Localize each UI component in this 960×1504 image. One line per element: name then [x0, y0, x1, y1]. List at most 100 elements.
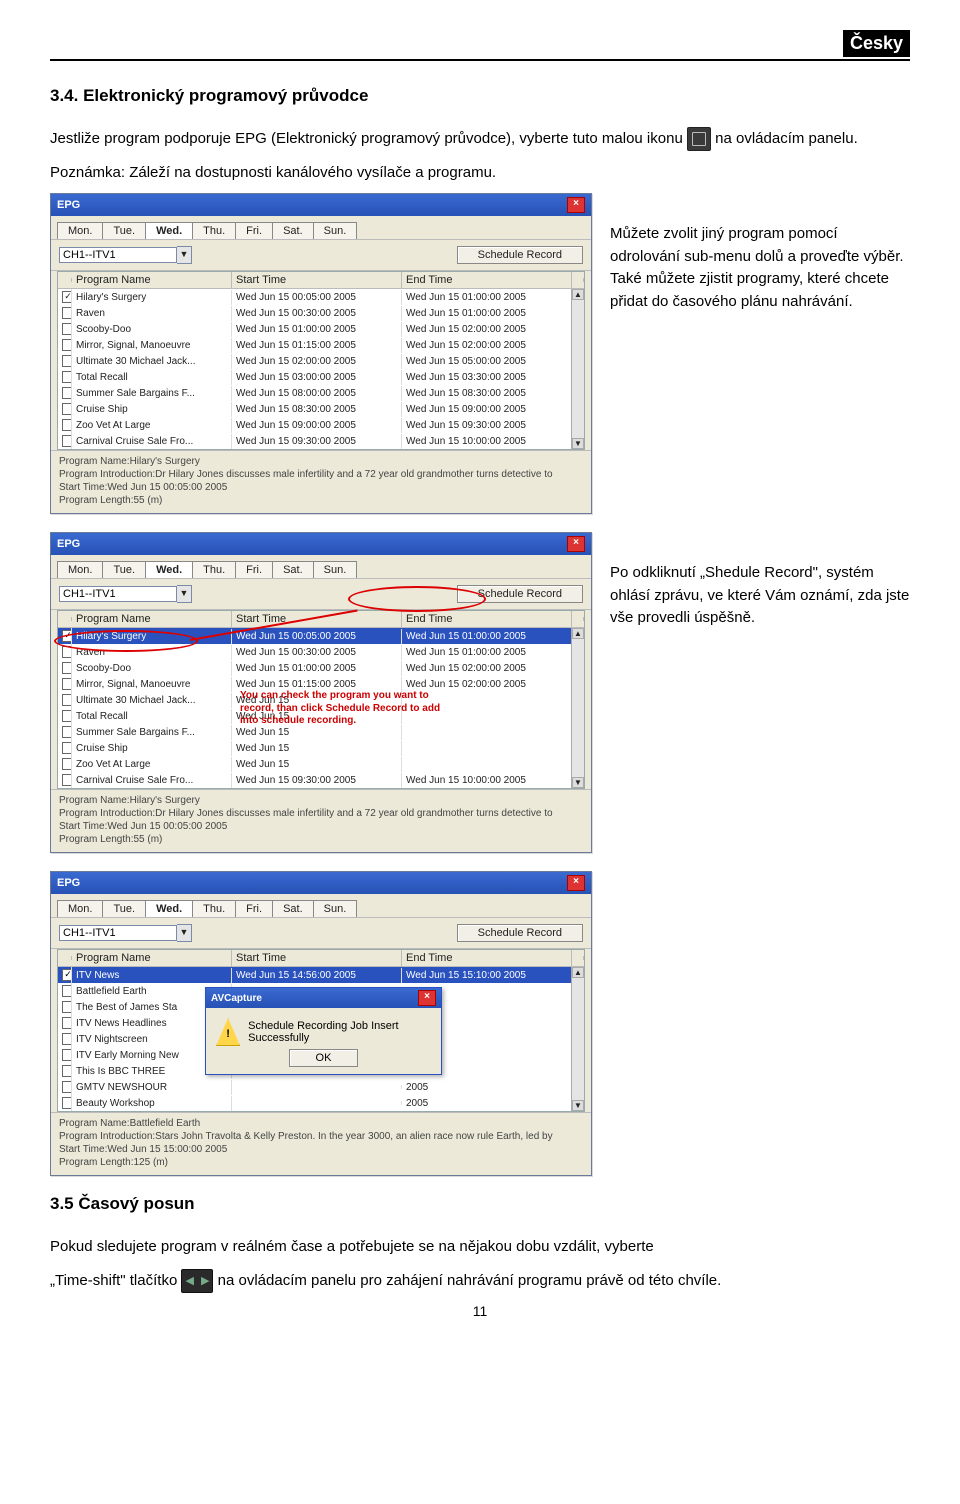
day-tab-Sat[interactable]: Sat.: [272, 222, 314, 239]
checkbox[interactable]: ✓: [62, 969, 72, 981]
col-start[interactable]: Start Time: [232, 272, 402, 288]
epg-icon[interactable]: [687, 127, 711, 151]
day-tab-Mon[interactable]: Mon.: [57, 561, 103, 578]
checkbox[interactable]: [62, 646, 72, 658]
day-tab-Tue[interactable]: Tue.: [102, 900, 146, 917]
col-start[interactable]: Start Time: [232, 611, 402, 627]
channel-input[interactable]: [59, 247, 177, 263]
day-tab-Fri[interactable]: Fri.: [235, 561, 273, 578]
day-tab-Tue[interactable]: Tue.: [102, 561, 146, 578]
day-tab-Wed[interactable]: Wed.: [145, 900, 193, 917]
day-tab-Thu[interactable]: Thu.: [192, 222, 236, 239]
checkbox[interactable]: [62, 1081, 72, 1093]
timeshift-icon[interactable]: [181, 1269, 213, 1293]
close-icon[interactable]: ×: [567, 197, 585, 213]
close-icon[interactable]: ×: [567, 536, 585, 552]
table-row[interactable]: Mirror, Signal, ManoeuvreWed Jun 15 01:1…: [58, 337, 584, 353]
table-row[interactable]: Total RecallWed Jun 15: [58, 708, 584, 724]
checkbox[interactable]: [62, 419, 72, 431]
table-row[interactable]: ✓Hilary's SurgeryWed Jun 15 00:05:00 200…: [58, 289, 584, 305]
col-end[interactable]: End Time: [402, 611, 572, 627]
table-row[interactable]: ✓ITV NewsWed Jun 15 14:56:00 2005Wed Jun…: [58, 967, 584, 983]
col-end[interactable]: End Time: [402, 950, 572, 966]
checkbox[interactable]: [62, 403, 72, 415]
day-tab-Sun[interactable]: Sun.: [313, 222, 358, 239]
scrollbar[interactable]: [571, 289, 584, 449]
channel-combo[interactable]: ▼: [59, 246, 192, 264]
checkbox[interactable]: [62, 435, 72, 447]
checkbox[interactable]: ✓: [62, 291, 72, 303]
col-program[interactable]: Program Name: [72, 950, 232, 966]
table-row[interactable]: Summer Sale Bargains F...Wed Jun 15: [58, 724, 584, 740]
checkbox[interactable]: [62, 726, 72, 738]
checkbox[interactable]: [62, 985, 72, 997]
close-icon[interactable]: ×: [418, 990, 436, 1006]
table-row[interactable]: Zoo Vet At LargeWed Jun 15 09:00:00 2005…: [58, 417, 584, 433]
table-row[interactable]: Scooby-DooWed Jun 15 01:00:00 2005Wed Ju…: [58, 660, 584, 676]
table-row[interactable]: Mirror, Signal, ManoeuvreWed Jun 15 01:1…: [58, 676, 584, 692]
checkbox[interactable]: [62, 307, 72, 319]
schedule-record-button[interactable]: Schedule Record: [457, 924, 583, 942]
checkbox[interactable]: [62, 662, 72, 674]
col-program[interactable]: Program Name: [72, 611, 232, 627]
day-tab-Sun[interactable]: Sun.: [313, 561, 358, 578]
day-tab-Sat[interactable]: Sat.: [272, 900, 314, 917]
chevron-down-icon[interactable]: ▼: [177, 585, 192, 603]
table-row[interactable]: RavenWed Jun 15 00:30:00 2005Wed Jun 15 …: [58, 305, 584, 321]
checkbox[interactable]: [62, 710, 72, 722]
table-row[interactable]: ✓Hilary's SurgeryWed Jun 15 00:05:00 200…: [58, 628, 584, 644]
chevron-down-icon[interactable]: ▼: [177, 246, 192, 264]
table-row[interactable]: Ultimate 30 Michael Jack...Wed Jun 15 02…: [58, 353, 584, 369]
window-titlebar[interactable]: EPG ×: [51, 872, 591, 894]
checkbox[interactable]: [62, 678, 72, 690]
day-tab-Tue[interactable]: Tue.: [102, 222, 146, 239]
table-row[interactable]: Cruise ShipWed Jun 15 08:30:00 2005Wed J…: [58, 401, 584, 417]
day-tab-Wed[interactable]: Wed.: [145, 222, 193, 239]
checkbox[interactable]: [62, 1001, 72, 1013]
checkbox[interactable]: [62, 323, 72, 335]
table-row[interactable]: Cruise ShipWed Jun 15: [58, 740, 584, 756]
checkbox[interactable]: [62, 1065, 72, 1077]
checkbox[interactable]: [62, 742, 72, 754]
checkbox[interactable]: [62, 1097, 72, 1109]
table-row[interactable]: Zoo Vet At LargeWed Jun 15: [58, 756, 584, 772]
dialog-titlebar[interactable]: AVCapture ×: [206, 988, 441, 1008]
checkbox[interactable]: [62, 339, 72, 351]
checkbox[interactable]: ✓: [62, 630, 72, 642]
day-tab-Fri[interactable]: Fri.: [235, 900, 273, 917]
table-row[interactable]: Beauty Workshop2005: [58, 1095, 584, 1111]
day-tab-Mon[interactable]: Mon.: [57, 900, 103, 917]
checkbox[interactable]: [62, 774, 72, 786]
day-tab-Sat[interactable]: Sat.: [272, 561, 314, 578]
day-tab-Wed[interactable]: Wed.: [145, 561, 193, 578]
col-program[interactable]: Program Name: [72, 272, 232, 288]
table-row[interactable]: Carnival Cruise Sale Fro...Wed Jun 15 09…: [58, 433, 584, 449]
table-row[interactable]: Scooby-DooWed Jun 15 01:00:00 2005Wed Ju…: [58, 321, 584, 337]
table-row[interactable]: GMTV NEWSHOUR2005: [58, 1079, 584, 1095]
day-tab-Thu[interactable]: Thu.: [192, 561, 236, 578]
col-start[interactable]: Start Time: [232, 950, 402, 966]
table-row[interactable]: Summer Sale Bargains F...Wed Jun 15 08:0…: [58, 385, 584, 401]
checkbox[interactable]: [62, 355, 72, 367]
day-tab-Thu[interactable]: Thu.: [192, 900, 236, 917]
table-row[interactable]: Ultimate 30 Michael Jack...Wed Jun 15: [58, 692, 584, 708]
col-end[interactable]: End Time: [402, 272, 572, 288]
schedule-record-button[interactable]: Schedule Record: [457, 585, 583, 603]
checkbox[interactable]: [62, 1017, 72, 1029]
channel-combo[interactable]: ▼: [59, 585, 192, 603]
checkbox[interactable]: [62, 371, 72, 383]
checkbox[interactable]: [62, 694, 72, 706]
schedule-record-button[interactable]: Schedule Record: [457, 246, 583, 264]
table-row[interactable]: RavenWed Jun 15 00:30:00 2005Wed Jun 15 …: [58, 644, 584, 660]
day-tab-Sun[interactable]: Sun.: [313, 900, 358, 917]
close-icon[interactable]: ×: [567, 875, 585, 891]
table-row[interactable]: Total RecallWed Jun 15 03:00:00 2005Wed …: [58, 369, 584, 385]
checkbox[interactable]: [62, 1033, 72, 1045]
checkbox[interactable]: [62, 1049, 72, 1061]
day-tab-Fri[interactable]: Fri.: [235, 222, 273, 239]
scrollbar[interactable]: [571, 967, 584, 1111]
ok-button[interactable]: OK: [289, 1049, 359, 1067]
chevron-down-icon[interactable]: ▼: [177, 924, 192, 942]
table-row[interactable]: Carnival Cruise Sale Fro...Wed Jun 15 09…: [58, 772, 584, 788]
scrollbar[interactable]: [571, 628, 584, 788]
